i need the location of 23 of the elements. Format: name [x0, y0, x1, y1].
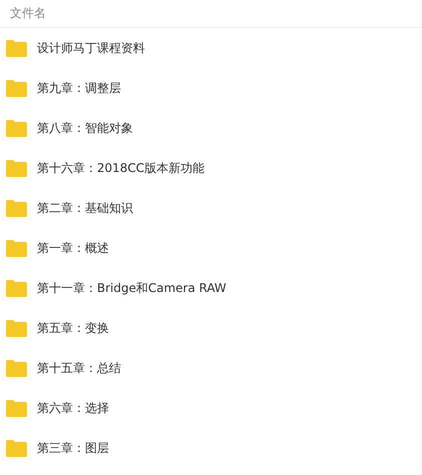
folder-icon — [6, 320, 27, 336]
folder-icon — [6, 280, 27, 296]
file-name[interactable]: 第六章：选择 — [37, 400, 109, 416]
file-name[interactable]: 第十六章：2018CC版本新功能 — [37, 160, 204, 176]
folder-icon — [6, 240, 27, 256]
file-name[interactable]: 第十一章：Bridge和Camera RAW — [37, 280, 226, 296]
folder-icon — [6, 120, 27, 136]
folder-icon — [6, 80, 27, 96]
file-name[interactable]: 设计师马丁课程资料 — [37, 40, 145, 56]
file-name[interactable]: 第一章：概述 — [37, 240, 109, 256]
folder-icon — [6, 40, 27, 56]
folder-icon — [6, 440, 27, 456]
column-header[interactable]: 文件名 — [10, 5, 46, 22]
file-name[interactable]: 第九章：调整层 — [37, 80, 121, 96]
file-name[interactable]: 第二章：基础知识 — [37, 200, 133, 216]
folder-icon — [6, 400, 27, 416]
file-name[interactable]: 第五章：变换 — [37, 320, 109, 336]
folder-icon — [6, 200, 27, 216]
file-name[interactable]: 第三章：图层 — [37, 440, 109, 456]
folder-icon — [6, 160, 27, 176]
file-name[interactable]: 第八章：智能对象 — [37, 120, 133, 136]
file-name[interactable]: 第十五章：总结 — [37, 360, 121, 376]
folder-icon — [6, 360, 27, 376]
